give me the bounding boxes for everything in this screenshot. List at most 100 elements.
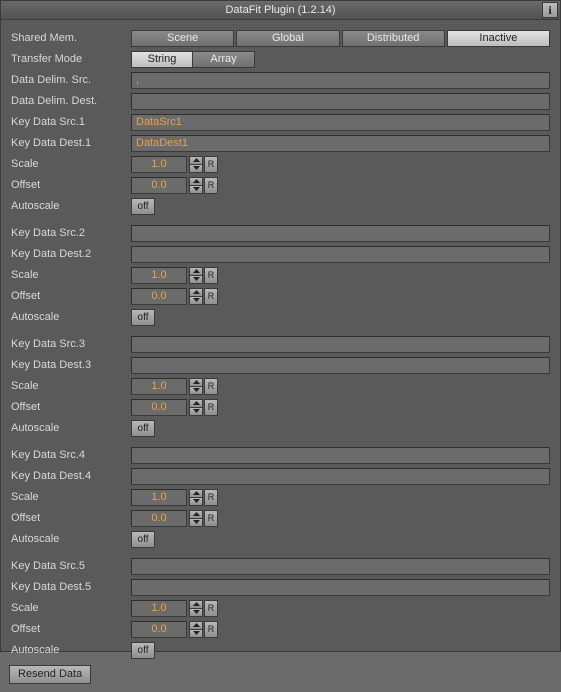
key-data-src-label: Key Data Src.2 xyxy=(9,227,131,239)
offset-label: Offset xyxy=(9,512,131,524)
chevron-down-icon[interactable] xyxy=(189,498,203,506)
offset-spinner[interactable] xyxy=(189,399,203,416)
autoscale-toggle[interactable]: off xyxy=(131,309,155,326)
data-delim-src-input[interactable] xyxy=(131,72,550,89)
scale-input[interactable] xyxy=(131,600,187,617)
transfer-mode-label: Transfer Mode xyxy=(9,53,131,65)
scale-input[interactable] xyxy=(131,489,187,506)
key-data-src-input[interactable] xyxy=(131,225,550,242)
key-data-dest-input[interactable] xyxy=(131,246,550,263)
offset-reset-button[interactable]: R xyxy=(204,399,218,416)
chevron-up-icon[interactable] xyxy=(189,288,203,297)
autoscale-label: Autoscale xyxy=(9,311,131,323)
mode-array[interactable]: Array xyxy=(193,51,255,68)
chevron-up-icon[interactable] xyxy=(189,267,203,276)
tab-inactive[interactable]: Inactive xyxy=(447,30,550,47)
chevron-up-icon[interactable] xyxy=(189,489,203,498)
offset-label: Offset xyxy=(9,401,131,413)
chevron-down-icon[interactable] xyxy=(189,387,203,395)
autoscale-label: Autoscale xyxy=(9,644,131,656)
key-data-dest-input[interactable] xyxy=(131,357,550,374)
autoscale-toggle[interactable]: off xyxy=(131,198,155,215)
key-data-dest-label: Key Data Dest.2 xyxy=(9,248,131,260)
scale-input[interactable] xyxy=(131,378,187,395)
offset-spinner[interactable] xyxy=(189,177,203,194)
offset-input[interactable] xyxy=(131,510,187,527)
data-delim-dest-label: Data Delim. Dest. xyxy=(9,95,131,107)
autoscale-toggle[interactable]: off xyxy=(131,642,155,659)
data-delim-dest-input[interactable] xyxy=(131,93,550,110)
key-data-dest-input[interactable] xyxy=(131,135,550,152)
scale-reset-button[interactable]: R xyxy=(204,267,218,284)
offset-spinner[interactable] xyxy=(189,510,203,527)
key-data-dest-input[interactable] xyxy=(131,468,550,485)
chevron-up-icon[interactable] xyxy=(189,510,203,519)
autoscale-label: Autoscale xyxy=(9,422,131,434)
autoscale-label: Autoscale xyxy=(9,533,131,545)
autoscale-toggle[interactable]: off xyxy=(131,420,155,437)
autoscale-toggle[interactable]: off xyxy=(131,531,155,548)
chevron-up-icon[interactable] xyxy=(189,399,203,408)
tab-global[interactable]: Global xyxy=(236,30,339,47)
scale-reset-button[interactable]: R xyxy=(204,489,218,506)
chevron-up-icon[interactable] xyxy=(189,177,203,186)
chevron-up-icon[interactable] xyxy=(189,621,203,630)
key-data-src-input[interactable] xyxy=(131,447,550,464)
offset-input[interactable] xyxy=(131,621,187,638)
scale-label: Scale xyxy=(9,491,131,503)
chevron-down-icon[interactable] xyxy=(189,186,203,194)
info-button[interactable]: i xyxy=(542,2,558,18)
scale-spinner[interactable] xyxy=(189,489,203,506)
chevron-up-icon[interactable] xyxy=(189,156,203,165)
key-data-src-input[interactable] xyxy=(131,558,550,575)
shared-mem-label: Shared Mem. xyxy=(9,32,131,44)
scale-input[interactable] xyxy=(131,267,187,284)
chevron-down-icon[interactable] xyxy=(189,519,203,527)
offset-reset-button[interactable]: R xyxy=(204,288,218,305)
offset-input[interactable] xyxy=(131,399,187,416)
scale-spinner[interactable] xyxy=(189,267,203,284)
offset-reset-button[interactable]: R xyxy=(204,621,218,638)
key-data-dest-label: Key Data Dest.1 xyxy=(9,137,131,149)
mode-string[interactable]: String xyxy=(131,51,193,68)
offset-label: Offset xyxy=(9,179,131,191)
transfer-mode-toggle: String Array xyxy=(131,51,255,68)
scale-label: Scale xyxy=(9,380,131,392)
scale-reset-button[interactable]: R xyxy=(204,156,218,173)
offset-input[interactable] xyxy=(131,288,187,305)
chevron-down-icon[interactable] xyxy=(189,165,203,173)
key-data-src-label: Key Data Src.3 xyxy=(9,338,131,350)
chevron-down-icon[interactable] xyxy=(189,408,203,416)
key-data-src-input[interactable] xyxy=(131,114,550,131)
chevron-down-icon[interactable] xyxy=(189,297,203,305)
scale-spinner[interactable] xyxy=(189,378,203,395)
key-data-src-input[interactable] xyxy=(131,336,550,353)
key-data-dest-label: Key Data Dest.5 xyxy=(9,581,131,593)
chevron-down-icon[interactable] xyxy=(189,630,203,638)
offset-reset-button[interactable]: R xyxy=(204,177,218,194)
scale-reset-button[interactable]: R xyxy=(204,378,218,395)
resend-data-button[interactable]: Resend Data xyxy=(9,665,91,684)
key-data-dest-label: Key Data Dest.3 xyxy=(9,359,131,371)
scale-spinner[interactable] xyxy=(189,600,203,617)
autoscale-label: Autoscale xyxy=(9,200,131,212)
chevron-down-icon[interactable] xyxy=(189,276,203,284)
shared-mem-tabs: Scene Global Distributed Inactive xyxy=(131,30,550,47)
offset-spinner[interactable] xyxy=(189,621,203,638)
offset-label: Offset xyxy=(9,623,131,635)
scale-input[interactable] xyxy=(131,156,187,173)
offset-reset-button[interactable]: R xyxy=(204,510,218,527)
chevron-down-icon[interactable] xyxy=(189,609,203,617)
chevron-up-icon[interactable] xyxy=(189,600,203,609)
offset-input[interactable] xyxy=(131,177,187,194)
scale-reset-button[interactable]: R xyxy=(204,600,218,617)
offset-spinner[interactable] xyxy=(189,288,203,305)
scale-spinner[interactable] xyxy=(189,156,203,173)
data-delim-src-label: Data Delim. Src. xyxy=(9,74,131,86)
tab-scene[interactable]: Scene xyxy=(131,30,234,47)
tab-distributed[interactable]: Distributed xyxy=(342,30,445,47)
offset-label: Offset xyxy=(9,290,131,302)
key-data-dest-input[interactable] xyxy=(131,579,550,596)
scale-label: Scale xyxy=(9,602,131,614)
chevron-up-icon[interactable] xyxy=(189,378,203,387)
